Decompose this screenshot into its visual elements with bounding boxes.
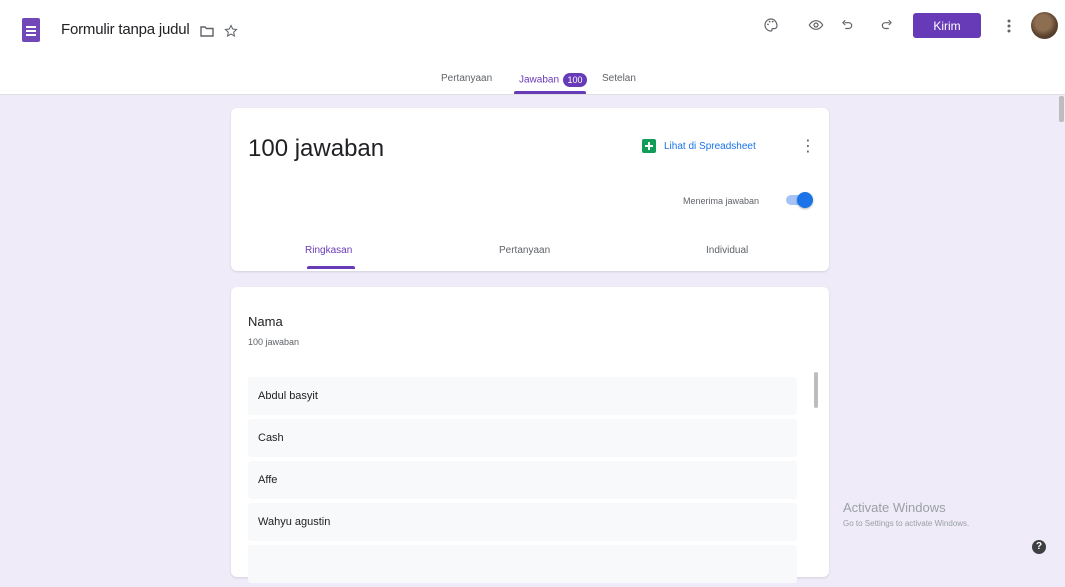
help-icon[interactable]: ?	[1032, 540, 1046, 554]
toggle-knob	[797, 192, 813, 208]
view-in-sheets-link[interactable]: Lihat di Spreadsheet	[642, 139, 756, 153]
folder-icon[interactable]	[196, 20, 218, 42]
subtab-individual[interactable]: Individual	[706, 245, 748, 256]
form-title[interactable]: Formulir tanpa judul	[61, 21, 190, 38]
answer-list-scrollbar[interactable]	[814, 372, 818, 408]
page-scrollbar[interactable]	[1059, 96, 1064, 122]
responses-more-icon[interactable]: ⋮	[800, 136, 816, 156]
response-count-badge: 100	[563, 73, 588, 87]
list-item: Abdul basyit	[248, 377, 797, 415]
star-icon[interactable]	[220, 20, 242, 42]
top-app-bar: Formulir tanpa judul Kirim Pertanyaan Ja…	[0, 0, 1065, 95]
tab-jawaban-label: Jawaban	[519, 74, 560, 86]
avatar[interactable]	[1031, 12, 1058, 39]
view-in-sheets-label: Lihat di Spreadsheet	[664, 140, 756, 152]
list-item: Wahyu agustin	[248, 503, 797, 541]
accepting-responses-label: Menerima jawaban	[683, 196, 760, 206]
list-item: Cash	[248, 419, 797, 457]
question-title: Nama	[248, 314, 283, 329]
tab-jawaban[interactable]: Jawaban 100	[519, 73, 588, 87]
accepting-responses-toggle[interactable]	[782, 192, 813, 208]
responses-summary-card: 100 jawaban Lihat di Spreadsheet ⋮ Mener…	[231, 108, 829, 271]
undo-icon[interactable]	[836, 14, 858, 36]
list-item	[248, 545, 797, 583]
forms-logo-icon[interactable]	[22, 18, 40, 42]
more-vert-icon[interactable]	[998, 15, 1020, 37]
list-item: Affe	[248, 461, 797, 499]
preview-eye-icon[interactable]	[805, 14, 827, 36]
activate-windows-hint: Go to Settings to activate Windows.	[843, 519, 970, 528]
question-summary-card: Nama 100 jawaban Abdul basyit Cash Affe …	[231, 287, 829, 583]
tab-setelan[interactable]: Setelan	[602, 73, 636, 84]
redo-icon[interactable]	[876, 14, 898, 36]
send-button[interactable]: Kirim	[913, 13, 981, 38]
active-tab-indicator	[514, 91, 586, 94]
activate-windows-title: Activate Windows	[843, 500, 946, 515]
subtab-pertanyaan[interactable]: Pertanyaan	[499, 245, 550, 256]
form-tabs: Pertanyaan Jawaban 100 Setelan	[0, 66, 1065, 94]
windows-activation-watermark: Activate Windows Go to Settings to activ…	[843, 500, 969, 528]
question-response-count: 100 jawaban	[248, 337, 300, 347]
sheets-icon	[642, 139, 656, 153]
palette-icon[interactable]	[760, 14, 782, 36]
answer-list[interactable]: Abdul basyit Cash Affe Wahyu agustin	[248, 377, 797, 587]
tab-pertanyaan[interactable]: Pertanyaan	[441, 73, 492, 84]
response-count-title: 100 jawaban	[248, 135, 385, 162]
active-subtab-indicator	[307, 266, 355, 269]
subtab-ringkasan[interactable]: Ringkasan	[305, 245, 352, 256]
